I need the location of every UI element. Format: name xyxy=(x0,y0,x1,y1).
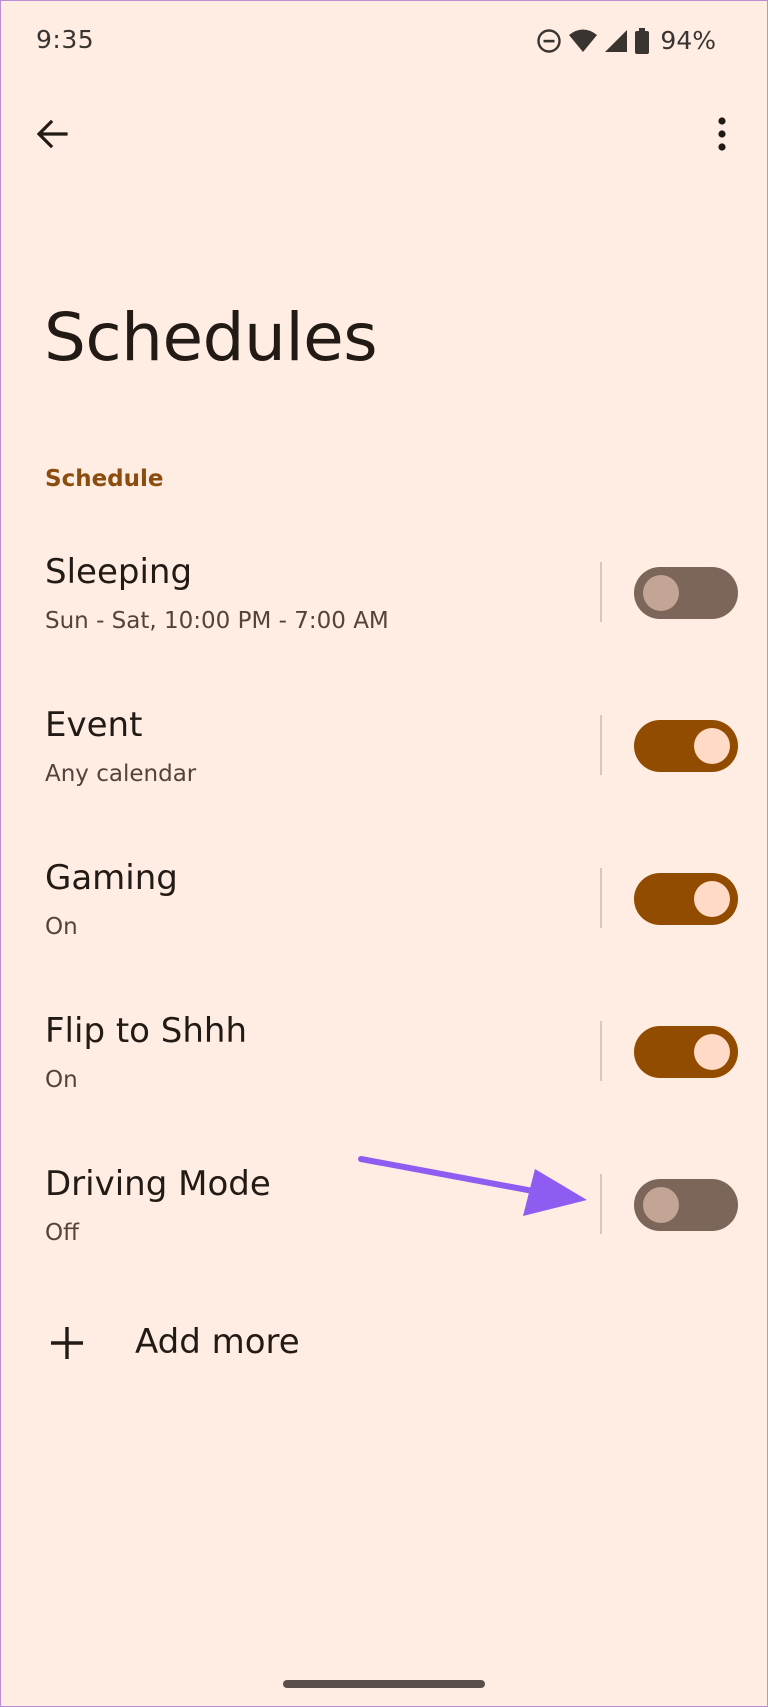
status-icons: 94% xyxy=(536,26,716,55)
app-bar xyxy=(0,100,768,172)
add-more-button[interactable]: Add more xyxy=(0,1298,768,1388)
wifi-icon xyxy=(568,28,598,54)
toggle-switch[interactable] xyxy=(634,1179,738,1231)
toggle-thumb xyxy=(643,1187,679,1223)
toggle-thumb xyxy=(643,575,679,611)
plus-icon xyxy=(46,1322,88,1364)
schedule-row-event[interactable]: Event Any calendar xyxy=(0,685,768,838)
page-title: Schedules xyxy=(44,299,378,376)
do-not-disturb-icon xyxy=(536,28,562,54)
add-more-label: Add more xyxy=(135,1322,300,1362)
status-bar: 9:35 94% xyxy=(0,0,768,86)
schedule-title: Sleeping xyxy=(45,552,193,592)
schedule-title: Driving Mode xyxy=(45,1164,271,1204)
schedule-row-flip-to-shhh[interactable]: Flip to Shhh On xyxy=(0,991,768,1144)
status-time: 9:35 xyxy=(36,25,95,54)
battery-icon xyxy=(634,27,650,55)
schedule-summary: Any calendar xyxy=(45,761,197,787)
schedule-title: Event xyxy=(45,705,143,745)
signal-icon xyxy=(604,28,628,54)
toggle-thumb xyxy=(694,728,730,764)
more-vert-icon xyxy=(717,117,727,155)
schedule-summary: On xyxy=(45,1067,78,1093)
section-header: Schedule xyxy=(45,466,164,492)
row-divider xyxy=(600,868,602,928)
toggle-switch[interactable] xyxy=(634,1026,738,1078)
arrow-back-icon xyxy=(35,117,69,155)
toggle-switch[interactable] xyxy=(634,720,738,772)
row-divider xyxy=(600,1021,602,1081)
schedule-title: Gaming xyxy=(45,858,178,898)
toggle-thumb xyxy=(694,1034,730,1070)
schedule-title: Flip to Shhh xyxy=(45,1011,248,1051)
schedule-summary: On xyxy=(45,914,78,940)
row-divider xyxy=(600,562,602,622)
toggle-thumb xyxy=(694,881,730,917)
schedule-row-sleeping[interactable]: Sleeping Sun - Sat, 10:00 PM - 7:00 AM xyxy=(0,532,768,685)
toggle-switch[interactable] xyxy=(634,567,738,619)
overflow-menu-button[interactable] xyxy=(698,112,746,160)
battery-percent: 94% xyxy=(660,26,716,55)
toggle-switch[interactable] xyxy=(634,873,738,925)
schedule-summary: Sun - Sat, 10:00 PM - 7:00 AM xyxy=(45,608,389,634)
schedule-row-gaming[interactable]: Gaming On xyxy=(0,838,768,991)
schedule-summary: Off xyxy=(45,1220,79,1246)
gesture-navigation-bar[interactable] xyxy=(283,1680,485,1688)
back-button[interactable] xyxy=(28,112,76,160)
annotation-arrow-icon xyxy=(358,1156,587,1216)
row-divider xyxy=(600,715,602,775)
row-divider xyxy=(600,1174,602,1234)
